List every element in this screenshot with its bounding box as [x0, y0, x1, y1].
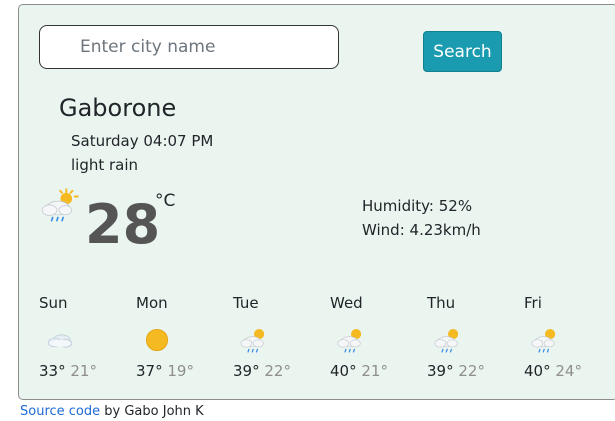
cloudy-icon: [47, 334, 73, 348]
forecast-day: Thu 39° 22°: [427, 293, 517, 389]
forecast-max-temp: 33°: [39, 362, 66, 380]
sun-cloud-rain-icon: [434, 328, 459, 353]
forecast-day-name: Wed: [330, 294, 363, 312]
weather-card: Search Gaborone Saturday 04:07 PM light …: [18, 4, 615, 400]
forecast-min-temp: 22°: [458, 362, 485, 380]
sun-icon: [145, 328, 169, 352]
footer-author: by Gabo John K: [100, 404, 204, 419]
forecast-day-name: Mon: [136, 294, 168, 312]
temperature-unit: °C: [155, 191, 176, 211]
forecast-temps: 40° 24°: [524, 361, 582, 381]
forecast-max-temp: 39°: [427, 362, 454, 380]
forecast-max-temp: 37°: [136, 362, 163, 380]
forecast-day-name: Thu: [427, 294, 456, 312]
sun-cloud-rain-icon: [531, 328, 556, 353]
forecast-temps: 39° 22°: [233, 361, 291, 381]
forecast-max-temp: 40°: [524, 362, 551, 380]
sun-cloud-rain-icon: [41, 188, 79, 222]
forecast-temps: 37° 19°: [136, 361, 194, 381]
date-time: Saturday 04:07 PM: [71, 132, 214, 150]
forecast-day: Sun 33° 21°: [39, 293, 129, 389]
forecast-temps: 40° 21°: [330, 361, 388, 381]
source-code-link[interactable]: Source code: [20, 404, 100, 419]
forecast-min-temp: 19°: [167, 362, 194, 380]
forecast-day-name: Sun: [39, 294, 68, 312]
forecast-day-name: Tue: [233, 294, 259, 312]
forecast-min-temp: 22°: [264, 362, 291, 380]
forecast-day: Wed 40° 21°: [330, 293, 420, 389]
forecast-temps: 39° 22°: [427, 361, 485, 381]
forecast-min-temp: 24°: [555, 362, 582, 380]
sun-cloud-rain-icon: [240, 328, 265, 353]
forecast-max-temp: 39°: [233, 362, 260, 380]
current-temperature: 28: [85, 193, 161, 256]
city-name: Gaborone: [59, 94, 177, 122]
forecast-day-name: Fri: [524, 294, 542, 312]
forecast-day: Fri 40° 24°: [524, 293, 614, 389]
forecast-min-temp: 21°: [361, 362, 388, 380]
forecast-day: Mon 37° 19°: [136, 293, 226, 389]
forecast-max-temp: 40°: [330, 362, 357, 380]
wind-value: Wind: 4.23km/h: [362, 221, 481, 239]
forecast-day: Tue 39° 22°: [233, 293, 323, 389]
weather-description: light rain: [71, 156, 139, 174]
city-search-input[interactable]: [39, 25, 339, 69]
footer: Source code by Gabo John K: [20, 404, 204, 420]
forecast-min-temp: 21°: [70, 362, 97, 380]
forecast-temps: 33° 21°: [39, 361, 97, 381]
search-button[interactable]: Search: [423, 31, 502, 72]
humidity-value: Humidity: 52%: [362, 197, 473, 215]
sun-cloud-rain-icon: [337, 328, 362, 353]
